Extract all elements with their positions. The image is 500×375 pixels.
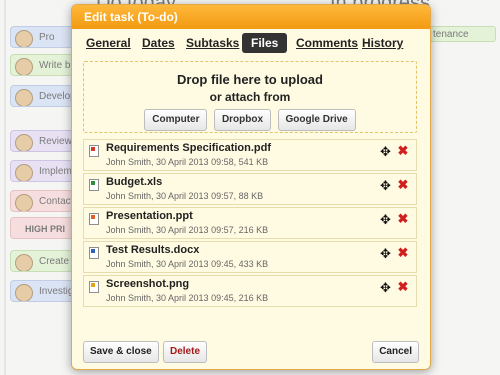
file-name[interactable]: Budget.xls <box>106 176 162 188</box>
save-close-button[interactable]: Save & close <box>83 341 159 363</box>
delete-icon[interactable]: ✖ <box>397 280 409 293</box>
tab-files[interactable]: Files <box>242 33 288 53</box>
cancel-button[interactable]: Cancel <box>372 341 419 363</box>
image-file-icon <box>89 281 99 293</box>
dialog-title: Edit task (To-do) <box>72 5 430 29</box>
move-icon[interactable]: ✥ <box>379 281 392 294</box>
move-icon[interactable]: ✥ <box>379 145 392 158</box>
edit-task-dialog: Edit task (To-do) General Dates Subtasks… <box>71 4 431 370</box>
dialog-footer: Save & close Delete Cancel <box>83 341 419 363</box>
delete-icon[interactable]: ✖ <box>397 144 409 157</box>
presentation-file-icon <box>89 213 99 225</box>
file-list: Requirements Specification.pdf John Smit… <box>83 139 417 309</box>
file-row: Requirements Specification.pdf John Smit… <box>83 139 417 171</box>
delete-icon[interactable]: ✖ <box>397 178 409 191</box>
document-file-icon <box>89 247 99 259</box>
tab-dates[interactable]: Dates <box>138 33 179 53</box>
tab-subtasks[interactable]: Subtasks <box>182 33 243 53</box>
file-meta: John Smith, 30 April 2013 09:45, 433 KB <box>106 259 269 269</box>
file-drop-zone[interactable]: Drop file here to upload or attach from … <box>83 61 417 133</box>
move-icon[interactable]: ✥ <box>379 213 392 226</box>
delete-icon[interactable]: ✖ <box>397 246 409 259</box>
tab-history[interactable]: History <box>358 33 407 53</box>
file-meta: John Smith, 30 April 2013 09:45, 216 KB <box>106 293 269 303</box>
delete-task-button[interactable]: Delete <box>163 341 208 363</box>
attach-google-drive-button[interactable]: Google Drive <box>277 109 356 131</box>
file-row: Budget.xls John Smith, 30 April 2013 09:… <box>83 173 417 205</box>
file-meta: John Smith, 30 April 2013 09:58, 541 KB <box>106 157 269 167</box>
file-name[interactable]: Requirements Specification.pdf <box>106 142 271 154</box>
attach-computer-button[interactable]: Computer <box>144 109 208 131</box>
tab-general[interactable]: General <box>82 33 135 53</box>
file-name[interactable]: Test Results.docx <box>106 244 199 256</box>
pdf-file-icon <box>89 145 99 157</box>
attach-dropbox-button[interactable]: Dropbox <box>213 109 272 131</box>
file-name[interactable]: Screenshot.png <box>106 278 189 290</box>
tab-comments[interactable]: Comments <box>292 33 362 53</box>
file-name[interactable]: Presentation.ppt <box>106 210 193 222</box>
delete-icon[interactable]: ✖ <box>397 212 409 225</box>
drop-zone-title: Drop file here to upload <box>177 72 323 87</box>
spreadsheet-file-icon <box>89 179 99 191</box>
file-row: Presentation.ppt John Smith, 30 April 20… <box>83 207 417 239</box>
file-row: Test Results.docx John Smith, 30 April 2… <box>83 241 417 273</box>
move-icon[interactable]: ✥ <box>379 179 392 192</box>
file-meta: John Smith, 30 April 2013 09:57, 88 KB <box>106 191 264 201</box>
file-row: Screenshot.png John Smith, 30 April 2013… <box>83 275 417 307</box>
drop-zone-subtitle: or attach from <box>209 90 291 104</box>
tab-bar: General Dates Subtasks Files Comments Hi… <box>82 33 420 55</box>
file-meta: John Smith, 30 April 2013 09:57, 216 KB <box>106 225 269 235</box>
move-icon[interactable]: ✥ <box>379 247 392 260</box>
